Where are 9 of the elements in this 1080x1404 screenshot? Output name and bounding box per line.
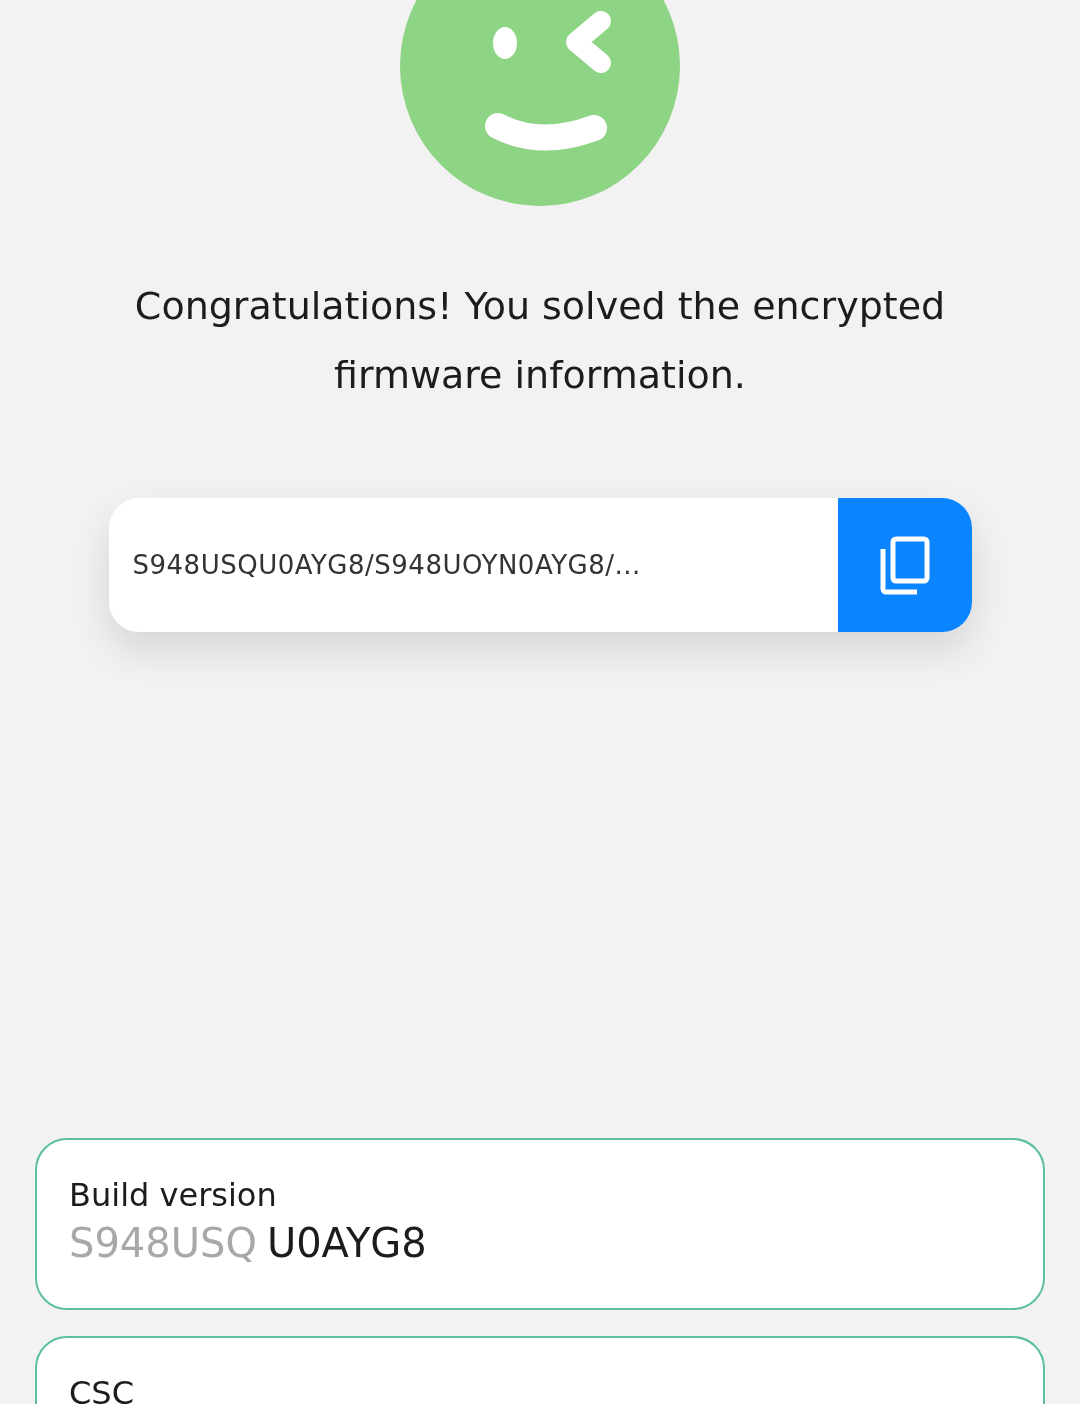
card-label: Build version [69, 1176, 278, 1214]
card-label: CSC [69, 1374, 135, 1404]
copy-button[interactable] [837, 498, 972, 632]
success-message: Congratulations! You solved the encrypted firmware information. [133, 283, 947, 399]
card-value: U0AYG8 [266, 1220, 427, 1266]
copy-icon [878, 535, 931, 595]
value-prefix: S948USQ [69, 1220, 257, 1266]
winking-face-icon [398, 0, 682, 206]
firmware-field[interactable]: S948USQU0AYG8/S948UOYN0AYG8/... [108, 498, 972, 632]
